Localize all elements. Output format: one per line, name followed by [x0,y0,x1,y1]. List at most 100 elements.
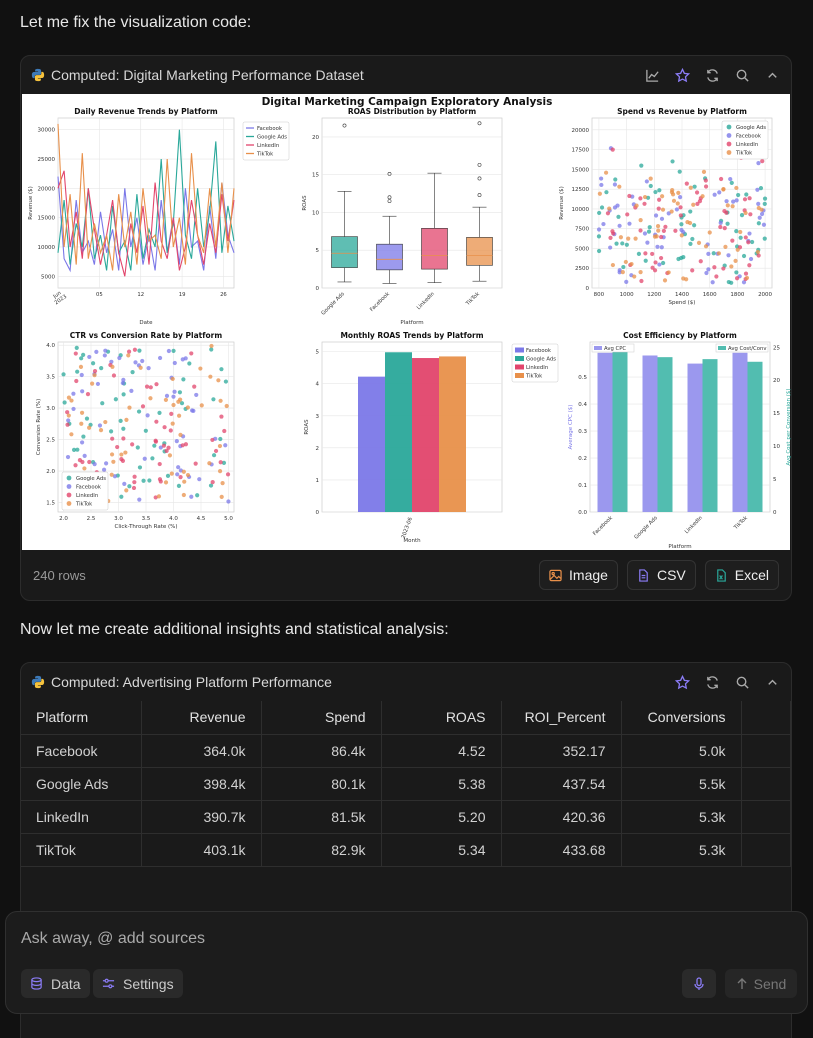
table-cell: 5.20 [381,800,502,834]
scatter-point [197,477,202,482]
scatter-point [94,349,99,354]
export-excel-button[interactable]: Excel [704,560,779,590]
scatter-point [615,203,620,208]
legend-label: LinkedIn [257,143,279,149]
scatter-point [639,163,644,168]
scatter-point [599,205,605,210]
scatter-point [119,452,124,457]
legend-label: Google Ads [526,357,556,363]
x-tick-label: Google Ads [633,515,659,541]
x-tick-label: 05 [96,292,103,298]
scatter-point [756,205,761,211]
scatter-point [743,235,748,240]
y-tick-label: 15000 [38,216,56,222]
legend-label: Google Ads [76,476,106,482]
send-button[interactable]: Send [725,969,797,998]
x-tick-label: Facebook [369,291,392,314]
search-icon[interactable] [733,673,751,691]
column-header-revenue[interactable]: Revenue [141,701,262,735]
scatter-point [608,245,613,250]
column-header-spend[interactable]: Spend [261,701,382,735]
legend-label: LinkedIn [526,365,548,371]
scatter-point [132,474,137,479]
scatter-point [700,194,705,199]
scatter-point [97,423,103,428]
table-cell: 390.7k [141,800,262,834]
y-tick-label: 17500 [572,148,590,154]
column-header-conversions[interactable]: Conversions [621,701,742,735]
search-icon[interactable] [733,66,751,84]
scatter-point [676,190,681,195]
x-tick-label: 5.0 [224,516,233,522]
scatter-point [169,471,174,476]
scatter-point [136,409,142,414]
chevron-up-icon[interactable] [763,66,781,84]
voice-input-button[interactable] [682,969,716,998]
star-icon[interactable] [673,673,691,691]
x-tick-label: LinkedIn [416,291,436,311]
line-chart-icon[interactable] [643,66,661,84]
x-tick-label: 1400 [675,292,689,298]
scatter-point [730,204,735,209]
scatter-point [121,426,126,431]
subplot-title: Monthly ROAS Trends by Platform [340,331,483,340]
scatter-point [678,195,683,200]
y-tick-label: 5000 [575,246,589,252]
y-tick-label: 0 [316,286,320,292]
scatter-point [172,389,177,394]
legend-swatch [515,373,524,378]
chat-input[interactable] [21,930,621,948]
scatter-point [119,494,124,499]
data-sources-button[interactable]: Data [21,969,90,998]
scatter-point [644,179,649,184]
refresh-icon[interactable] [703,673,721,691]
star-icon[interactable] [673,66,691,84]
scatter-point [213,448,219,454]
x-tick-label: 1000 [620,292,634,298]
subplot-title: Cost Efficiency by Platform [623,331,737,340]
scatter-point [194,392,199,398]
scatter-point [181,377,186,382]
scatter-point [614,241,619,246]
scatter-point [653,213,659,218]
export-image-button[interactable]: Image [539,560,618,590]
scatter-point [758,186,764,191]
column-header-roi-percent[interactable]: ROI_Percent [501,701,622,735]
scatter-point [115,444,120,450]
scatter-point [755,249,761,255]
scatter-point [741,253,747,259]
assistant-message-2: Now let me create additional insights an… [20,621,449,638]
y-tick-label: 10000 [38,245,56,251]
refresh-icon[interactable] [703,66,721,84]
scatter-point [92,373,97,378]
chevron-up-icon[interactable] [763,673,781,691]
scatter-point [596,234,602,239]
scatter-point [168,428,173,433]
scatter-point [185,405,190,410]
card-title: Computed: Advertising Platform Performan… [51,674,332,690]
scatter-point [624,242,629,247]
scatter-point [79,410,85,415]
scatter-point [132,347,138,352]
scatter-point [638,218,643,223]
scatter-point [217,468,223,474]
subplot-title: Daily Revenue Trends by Platform [74,107,218,116]
scatter-point [198,366,203,371]
x-tick-label: 800 [594,292,605,298]
scatter-point [642,194,648,200]
x-tick-label: TikTok [732,515,749,532]
settings-button[interactable]: Settings [93,969,183,998]
legend-swatch [515,356,524,361]
scatter-point [750,239,755,245]
legend-swatch [66,475,72,481]
x-tick-label: 2000 [758,292,772,298]
scatter-point [743,271,749,276]
scatter-point [661,260,666,266]
column-header-platform[interactable]: Platform [21,701,142,735]
scatter-point [613,177,618,182]
column-header-roas[interactable]: ROAS [381,701,502,735]
scatter-point [642,201,647,206]
table-cell: Facebook [21,734,142,768]
export-csv-button[interactable]: CSV [626,560,696,590]
y-tick-label: 12500 [572,187,590,193]
